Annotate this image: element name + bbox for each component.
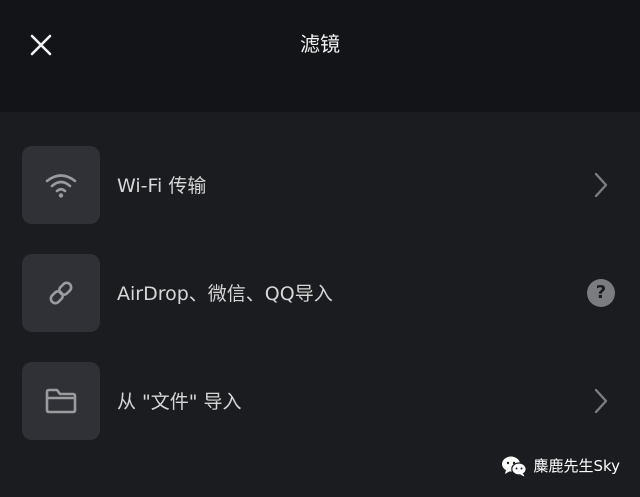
import-option-airdrop[interactable]: AirDrop、微信、QQ导入 ?	[0, 254, 640, 334]
wechat-icon	[502, 456, 528, 477]
page-title: 滤镜	[300, 32, 340, 56]
import-option-wifi[interactable]: Wi-Fi 传输	[0, 146, 640, 226]
option-label: 从 "文件" 导入	[117, 391, 242, 413]
header-bar: 滤镜	[0, 0, 640, 112]
help-icon: ?	[587, 279, 615, 307]
folder-icon	[45, 388, 77, 414]
import-option-files[interactable]: 从 "文件" 导入	[0, 362, 640, 442]
chevron-right-icon	[584, 168, 618, 202]
option-label: Wi-Fi 传输	[117, 175, 207, 197]
wifi-icon	[45, 174, 77, 198]
option-tile	[22, 146, 100, 224]
import-filter-screen: 滤镜 Wi-Fi 传输 AirDrop、微信、QQ导入 ? 从 "文件" 导入 …	[0, 0, 640, 497]
option-tile	[22, 254, 100, 332]
option-label: AirDrop、微信、QQ导入	[117, 283, 333, 305]
watermark-text: 麋鹿先生Sky	[533, 457, 620, 475]
help-button[interactable]: ?	[584, 276, 618, 310]
option-tile	[22, 362, 100, 440]
watermark: 麋鹿先生Sky	[501, 455, 620, 477]
link-icon	[49, 281, 73, 305]
chevron-right-icon	[584, 384, 618, 418]
